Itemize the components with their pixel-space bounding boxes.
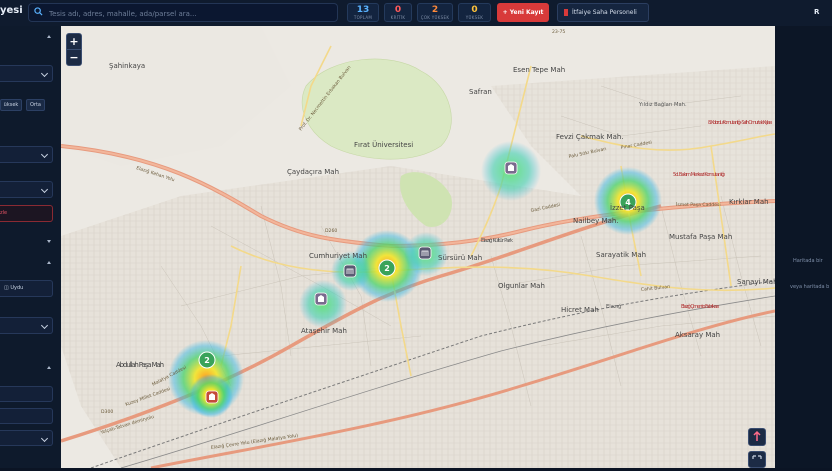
sidebar-field-2[interactable]: [0, 408, 53, 424]
stat-very-high-label: ÇOK YÜKSEK: [420, 15, 450, 20]
app-title: yesi: [0, 5, 23, 16]
fullscreen-icon: [752, 455, 762, 459]
label-cumhuriyet: Cumhuriyet Mah: [309, 252, 367, 260]
label-sursuru: Sürsürü Mah: [438, 254, 482, 262]
cluster-marker-3-count: 2: [204, 356, 210, 365]
label-esen-tepe: Esen Tepe Mah: [513, 66, 565, 74]
label-elazig: Elazığ: [606, 303, 621, 310]
label-mustafa-pasa: Mustafa Paşa Mah: [669, 233, 732, 241]
reset-filter-field[interactable]: zle: [0, 205, 53, 222]
chevron-down-icon: [40, 434, 49, 443]
stat-total: 13 TOPLAM: [347, 3, 379, 22]
sidebar-field-1[interactable]: [0, 386, 53, 402]
stat-very-high-value: 2: [431, 5, 439, 15]
new-record-button[interactable]: + Yeni Kayıt: [497, 3, 549, 22]
chevron-down-icon: [40, 150, 49, 159]
details-panel: [775, 26, 832, 468]
search-icon: [34, 7, 43, 16]
zoom-in-button[interactable]: +: [67, 34, 81, 49]
filter-select-1[interactable]: [0, 65, 53, 82]
label-caydacira: Çaydaçıra Mah: [287, 168, 339, 176]
zoom-control: + −: [66, 33, 82, 66]
expand-icon[interactable]: [47, 240, 51, 243]
details-hint-1: Haritada bir: [793, 258, 823, 264]
search-input[interactable]: [47, 5, 336, 22]
label-safran: Safran: [469, 88, 492, 96]
filter-select-2[interactable]: [0, 146, 53, 163]
cluster-marker-2-count: 2: [384, 264, 390, 273]
label-bakim: 5d. Bakım Merkezi Komutanlığı: [673, 171, 725, 178]
label-kolordu: 8. Kolordu Komutanlığı - Salih Omurtak K…: [708, 119, 772, 126]
zoom-out-button[interactable]: −: [67, 50, 81, 65]
fire-staff-button[interactable]: İtfaiye Saha Personeli: [557, 3, 649, 22]
label-kultur-park: Elazığ Kültür Park: [481, 237, 513, 244]
fire-staff-label: İtfaiye Saha Personeli: [572, 9, 637, 16]
label-road-ismet: İsmet Paşa Caddesi: [676, 201, 721, 208]
stat-critical-value: 0: [394, 5, 402, 15]
filter-select-5[interactable]: [0, 430, 53, 446]
stat-total-value: 13: [356, 5, 370, 15]
label-hicret: Hicret Mah: [561, 306, 599, 314]
staff-icon: [564, 9, 568, 16]
label-abdullah-pasa: Abdullah Paşa Mah: [116, 361, 164, 369]
satellite-button[interactable]: ◫ Uydu: [0, 280, 53, 297]
chevron-down-icon: [40, 185, 49, 194]
collapse-icon[interactable]: [47, 261, 51, 264]
facility-marker-3[interactable]: [343, 264, 357, 278]
stat-critical-label: KRİTİK: [390, 15, 406, 20]
filter-select-3[interactable]: [0, 181, 53, 198]
label-firat: Fırat Üniversitesi: [354, 140, 413, 149]
label-aksaray: Aksaray Mah: [675, 331, 720, 339]
user-menu[interactable]: R: [814, 8, 819, 16]
label-sanayi: Sanayi Mah: [737, 278, 775, 286]
stat-total-label: TOPLAM: [353, 15, 373, 20]
label-nailbey: Nailbey Mah.: [573, 217, 619, 225]
fullscreen-button[interactable]: [748, 451, 766, 468]
cluster-marker-2[interactable]: 2: [378, 259, 396, 277]
facility-marker-2[interactable]: [418, 246, 432, 260]
chevron-down-icon: [40, 321, 49, 330]
collapse-icon[interactable]: [47, 366, 51, 369]
chip-very-high[interactable]: üksek: [0, 99, 22, 111]
stat-high-label: YÜKSEK: [465, 15, 484, 20]
collapse-icon[interactable]: [47, 35, 51, 38]
label-road-d300: D300: [101, 409, 113, 415]
label-sarayatik: Sarayatik Mah: [596, 251, 646, 259]
label-sahinkaya: Şahinkaya: [109, 62, 145, 70]
chip-medium[interactable]: Orta: [26, 99, 45, 111]
label-road-23: 23-75: [552, 29, 565, 35]
stat-critical: 0 KRİTİK: [384, 3, 412, 22]
stat-high: 0 YÜKSEK: [458, 3, 491, 22]
label-olgunlar: Olgunlar Mah: [498, 282, 545, 290]
cluster-marker-3[interactable]: 2: [198, 351, 216, 369]
label-fevzi-cakmak: Fevzi Çakmak Mah.: [556, 133, 624, 141]
satellite-label: Uydu: [10, 285, 24, 291]
filter-select-4[interactable]: [0, 317, 53, 334]
chevron-down-icon: [40, 69, 49, 78]
label-izzet-pasa: İzzet Paşa: [610, 203, 645, 212]
facility-marker-1[interactable]: [504, 161, 518, 175]
map-view[interactable]: 4 2 2 Fırat Üniversitesi Şahinkaya Esen …: [61, 26, 775, 468]
label-yildiz-baglari: Yıldız Bağları Mah.: [638, 101, 687, 108]
label-road-d260: D260: [325, 228, 337, 234]
search-box[interactable]: [28, 3, 338, 22]
stat-very-high: 2 ÇOK YÜKSEK: [417, 3, 453, 22]
label-atasehir: Ataşehir Mah: [301, 327, 347, 335]
map-canvas[interactable]: 4 2 2 Fırat Üniversitesi Şahinkaya Esen …: [61, 26, 775, 468]
facility-marker-5[interactable]: [205, 390, 219, 404]
label-kirklar: Kırklar Mah: [729, 198, 769, 206]
locate-button[interactable]: [748, 428, 766, 446]
facility-marker-4[interactable]: [314, 292, 328, 306]
stat-high-value: 0: [471, 5, 478, 15]
label-elazig-cimento: Elazığ Çimento Fabrikası: [681, 303, 719, 310]
arrow-up-icon: [753, 430, 761, 441]
details-hint-2: veya haritada b: [790, 284, 830, 290]
